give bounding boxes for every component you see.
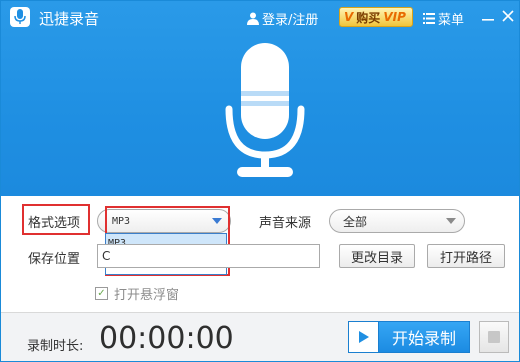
buy-vip-button[interactable]: V 购买 VIP: [339, 7, 413, 27]
vip-tag: VIP: [383, 10, 406, 24]
start-recording-button[interactable]: 开始录制: [348, 321, 470, 353]
open-path-button[interactable]: 打开路径: [427, 244, 505, 268]
app-window: 迅捷录音 登录/注册 V 购买 VIP 菜单 格式选项 MP3 声音来源 全部 …: [0, 0, 520, 362]
microphone-icon: [225, 43, 305, 177]
floating-window-label: 打开悬浮窗: [114, 288, 180, 303]
menu-button[interactable]: 菜单: [423, 9, 464, 28]
menu-icon: [423, 13, 435, 24]
source-select-value: 全部: [343, 214, 368, 229]
close-button[interactable]: [499, 7, 517, 25]
duration-timer: 00:00:00: [99, 321, 234, 356]
source-label: 声音来源: [259, 216, 312, 231]
duration-label: 录制时长:: [27, 339, 84, 354]
login-label: 登录/注册: [262, 13, 319, 28]
save-path-input[interactable]: C: [97, 244, 320, 268]
floating-window-checkbox[interactable]: ✓: [95, 287, 108, 300]
change-directory-button[interactable]: 更改目录: [339, 244, 415, 268]
title-bar: 迅捷录音 登录/注册 V 购买 VIP 菜单: [1, 1, 519, 33]
stop-icon: [488, 331, 500, 343]
header-area: 迅捷录音 登录/注册 V 购买 VIP 菜单: [1, 1, 519, 196]
play-icon: [349, 322, 379, 352]
close-icon: [502, 10, 514, 22]
app-logo-icon: [10, 7, 30, 27]
format-label: 格式选项: [28, 216, 81, 231]
stop-recording-button[interactable]: [479, 321, 509, 353]
minimize-icon: [482, 19, 494, 21]
source-select[interactable]: 全部: [329, 209, 465, 233]
user-icon: [247, 12, 259, 25]
menu-label: 菜单: [438, 13, 465, 28]
save-path-value: C: [102, 249, 111, 263]
chevron-down-icon: [446, 218, 456, 224]
minimize-button[interactable]: [479, 7, 497, 25]
app-title: 迅捷录音: [39, 10, 100, 28]
buy-label: 购买: [356, 10, 381, 25]
vip-badge-icon: V: [344, 10, 354, 24]
login-button[interactable]: 登录/注册: [247, 9, 318, 28]
start-recording-label: 开始录制: [391, 329, 456, 348]
floating-window-option[interactable]: ✓ 打开悬浮窗: [95, 284, 179, 303]
save-location-label: 保存位置: [28, 252, 81, 267]
